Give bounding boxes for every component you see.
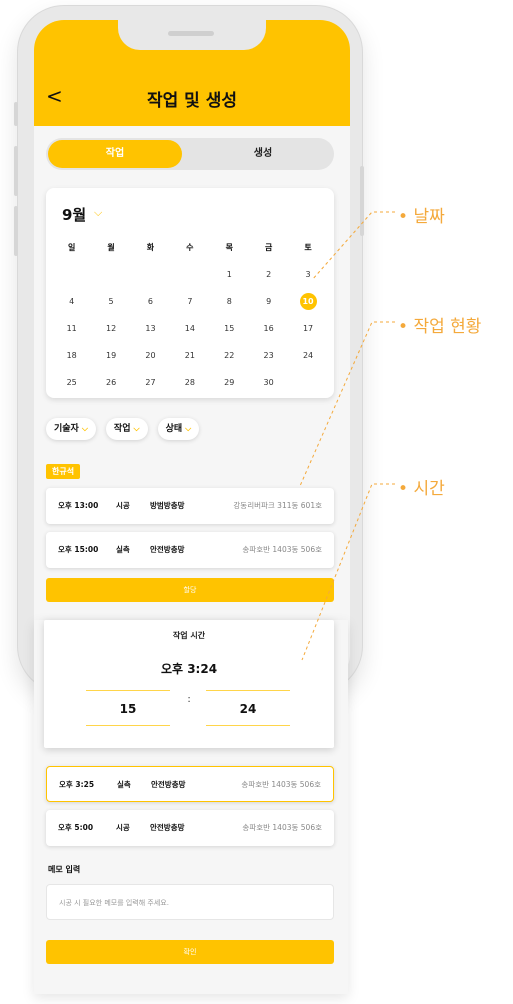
- annotation-time: • 시간: [398, 474, 445, 499]
- bullet-icon: •: [398, 479, 409, 499]
- speaker-icon: [168, 31, 214, 36]
- annotation-line-status: [299, 321, 395, 487]
- annotation-line-date: [311, 211, 395, 281]
- annotation-lines: [299, 211, 395, 661]
- phone-notch: [118, 20, 266, 50]
- annotation-work-status: • 작업 현황: [398, 312, 481, 337]
- annotation-line-time: [301, 483, 395, 661]
- annotation-label: 작업 현황: [413, 317, 482, 337]
- annotation-label: 날짜: [413, 207, 445, 227]
- bullet-icon: •: [398, 317, 409, 337]
- bullet-icon: •: [398, 207, 409, 227]
- annotation-date: • 날짜: [398, 202, 445, 227]
- annotation-label: 시간: [413, 479, 445, 499]
